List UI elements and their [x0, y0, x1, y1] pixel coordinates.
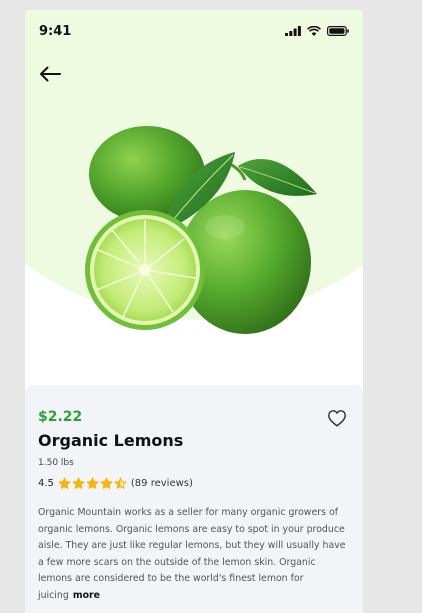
battery-icon [327, 26, 349, 36]
rating-value: 4.5 [38, 478, 54, 489]
rating-row: 4.5 (89 reviews) [38, 477, 193, 490]
product-description: Organic Mountain works as a seller for m… [38, 505, 348, 605]
cellular-signal-icon [285, 26, 301, 36]
product-price: $2.22 [38, 409, 83, 425]
star-full-icon [58, 477, 71, 489]
heart-outline-icon [328, 410, 346, 427]
product-hero: 9:41 [25, 10, 363, 390]
product-info-card: $2.22 Organic Lemons 1.50 lbs 4.5 (89 re… [25, 385, 363, 613]
back-button[interactable] [35, 61, 65, 87]
wifi-icon [307, 26, 321, 36]
more-link[interactable]: more [73, 590, 100, 601]
description-text: Organic Mountain works as a seller for m… [38, 507, 346, 601]
star-full-icon [86, 477, 99, 489]
status-icons [285, 26, 349, 36]
star-rating [58, 477, 127, 490]
product-image-lemons [85, 126, 317, 334]
reviews-link[interactable]: (89 reviews) [131, 478, 193, 489]
star-full-icon [72, 477, 85, 489]
product-detail-screen: 9:41 $2.22 Organic Lemons 1.50 lbs 4.5 (… [25, 10, 363, 613]
status-time: 9:41 [39, 24, 72, 39]
product-weight: 1.50 lbs [38, 458, 74, 468]
star-full-icon [100, 477, 113, 489]
status-bar: 9:41 [25, 10, 363, 54]
favorite-button[interactable] [327, 409, 349, 431]
arrow-left-icon [40, 66, 61, 82]
star-half-icon [114, 477, 127, 489]
product-title: Organic Lemons [38, 431, 184, 450]
